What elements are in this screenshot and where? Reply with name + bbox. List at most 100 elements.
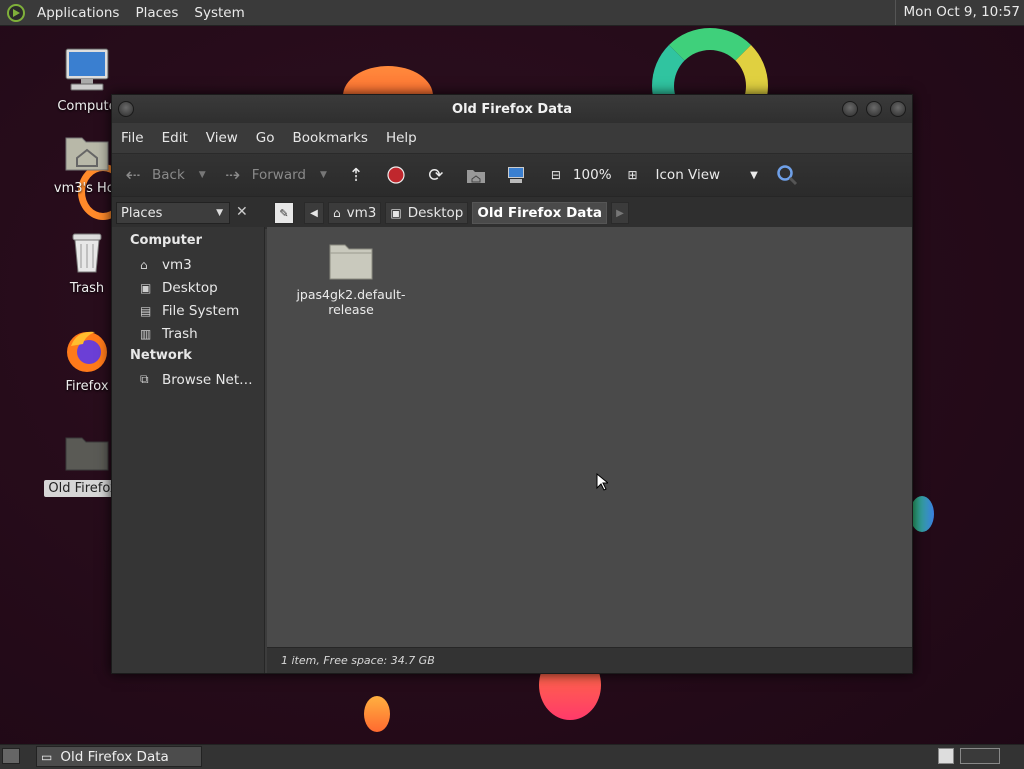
menu-help[interactable]: Help — [377, 130, 426, 146]
forward-history-dropdown-icon[interactable]: ▼ — [320, 170, 327, 180]
network-icon: ⧉ — [140, 372, 149, 386]
workspace-2[interactable] — [960, 748, 1000, 764]
places-selector[interactable]: Places ▼ — [116, 202, 230, 224]
view-mode-label: Icon View — [655, 167, 721, 183]
sidebar-header-computer: Computer — [130, 233, 203, 248]
menu-go[interactable]: Go — [247, 130, 284, 146]
zoom-level: 100% — [572, 167, 612, 183]
minimize-button[interactable] — [842, 101, 858, 117]
sidebar-item-file-system[interactable]: ▤ File System — [112, 296, 264, 319]
folder-icon — [328, 241, 374, 281]
file-view[interactable]: jpas4gk2.default- release — [267, 227, 912, 647]
toolbar: ⇠ Back ▼ ⇢ Forward ▼ ⇡ ⟳ ⊟ 100% ⊞ Icon V… — [112, 153, 912, 196]
sidebar-item-label: vm3 — [162, 256, 192, 273]
close-button[interactable] — [890, 101, 906, 117]
forward-button[interactable]: ⇢ Forward ▼ — [222, 164, 327, 186]
back-history-dropdown-icon[interactable]: ▼ — [199, 170, 206, 180]
stop-button[interactable] — [385, 164, 415, 186]
trash-icon: ▥ — [140, 326, 152, 341]
taskbar-item-old-firefox-data[interactable]: ▭ Old Firefox Data — [36, 746, 202, 767]
up-button[interactable]: ⇡ — [345, 164, 375, 186]
home-icon: ⌂ — [140, 257, 148, 272]
menu-places[interactable]: Places — [127, 5, 186, 21]
file-manager-window: Old Firefox Data File Edit View Go Bookm… — [111, 94, 913, 674]
close-sidebar-icon[interactable]: ✕ — [236, 204, 248, 220]
menu-file[interactable]: File — [112, 130, 153, 146]
computer-icon — [63, 46, 111, 94]
desktop-icon-label: Trash — [69, 281, 105, 296]
sidebar-header-network: Network — [130, 348, 192, 363]
sidebar-item-trash[interactable]: ▥ Trash — [112, 319, 264, 342]
computer-icon — [505, 164, 527, 186]
sidebar-item-desktop[interactable]: ▣ Desktop — [112, 273, 264, 296]
sidebar-item-label: Trash — [162, 325, 198, 342]
mate-logo-icon[interactable] — [7, 3, 25, 22]
status-bar: 1 item, Free space: 34.7 GB — [267, 647, 912, 673]
toggle-location-entry-button[interactable]: ✎ — [274, 202, 294, 224]
view-mode-select[interactable]: Icon View ▼ — [656, 167, 758, 183]
back-button[interactable]: ⇠ Back ▼ — [122, 164, 206, 186]
decor-blob — [910, 496, 934, 532]
sidebar-item-label: Desktop — [162, 279, 218, 296]
home-icon: ⌂ — [333, 206, 341, 220]
bottom-panel: ▭ Old Firefox Data — [0, 744, 1024, 769]
menu-edit[interactable]: Edit — [153, 130, 197, 146]
home-button[interactable] — [465, 164, 495, 186]
breadcrumb: ✎ ◀ ⌂ vm3 ▣ Desktop Old Firefox Data ▶ — [274, 201, 633, 225]
file-item-folder[interactable]: jpas4gk2.default- release — [291, 241, 411, 317]
menu-bookmarks[interactable]: Bookmarks — [284, 130, 377, 146]
top-panel: Applications Places System Mon Oct 9, 10… — [0, 0, 1024, 26]
desktop-icon-label: Firefox — [65, 379, 109, 394]
breadcrumb-label: vm3 — [346, 205, 377, 221]
workspace-1[interactable] — [938, 748, 954, 764]
places-sidebar: Computer ⌂ vm3 ▣ Desktop ▤ File System ▥… — [112, 227, 265, 673]
breadcrumb-desktop[interactable]: ▣ Desktop — [385, 202, 469, 224]
chevron-down-icon: ▼ — [216, 208, 223, 218]
forward-label: Forward — [251, 167, 306, 183]
reload-icon: ⟳ — [428, 164, 444, 186]
home-icon — [465, 164, 487, 186]
zoom-out-button[interactable]: ⊟ 100% — [545, 164, 612, 186]
menu-system[interactable]: System — [186, 5, 252, 21]
sidebar-item-vm3[interactable]: ⌂ vm3 — [112, 250, 264, 273]
sidebar-item-browse-network[interactable]: ⧉ Browse Net… — [112, 365, 264, 388]
chevron-right-icon: ▶ — [616, 207, 624, 219]
desktop-folder-icon: ▣ — [390, 206, 402, 220]
file-name-line1: jpas4gk2.default- — [296, 287, 406, 302]
breadcrumb-vm3[interactable]: ⌂ vm3 — [328, 202, 382, 224]
menu-applications[interactable]: Applications — [29, 5, 127, 21]
location-bar: Places ▼ ✕ ✎ ◀ ⌂ vm3 ▣ Desktop Old Firef… — [112, 196, 912, 229]
firefox-icon — [63, 326, 111, 374]
zoom-out-icon: ⊟ — [550, 168, 561, 182]
zoom-in-icon: ⊞ — [627, 168, 638, 182]
file-name-line2: release — [328, 302, 374, 317]
places-selector-label: Places — [121, 205, 163, 221]
menubar: File Edit View Go Bookmarks Help — [112, 123, 912, 153]
breadcrumb-label: Desktop — [407, 205, 464, 221]
show-desktop-icon[interactable] — [2, 748, 20, 764]
mouse-cursor-icon — [596, 473, 608, 491]
clock[interactable]: Mon Oct 9, 10:57 — [894, 0, 1024, 25]
breadcrumb-old-firefox-data[interactable]: Old Firefox Data — [472, 202, 607, 224]
maximize-button[interactable] — [866, 101, 882, 117]
breadcrumb-scroll-right[interactable]: ▶ — [610, 202, 629, 224]
up-arrow-icon: ⇡ — [348, 164, 364, 186]
computer-button[interactable] — [505, 164, 535, 186]
window-menu-icon[interactable] — [118, 101, 134, 117]
window-title: Old Firefox Data — [452, 101, 572, 117]
back-label: Back — [152, 167, 185, 183]
trash-icon — [63, 228, 111, 276]
menu-view[interactable]: View — [197, 130, 247, 146]
sidebar-item-label: Browse Net… — [162, 371, 253, 388]
home-folder-icon — [63, 128, 111, 176]
search-button[interactable] — [776, 164, 806, 186]
zoom-in-button[interactable]: ⊞ — [622, 164, 656, 186]
desktop-folder-icon: ▣ — [140, 280, 152, 295]
folder-icon — [63, 428, 111, 476]
titlebar[interactable]: Old Firefox Data — [112, 95, 912, 123]
drive-icon: ▤ — [140, 303, 152, 318]
reload-button[interactable]: ⟳ — [425, 164, 455, 186]
breadcrumb-scroll-left[interactable]: ◀ — [304, 202, 324, 224]
taskbar-item-label: Old Firefox Data — [60, 748, 169, 765]
sidebar-item-label: File System — [162, 302, 240, 319]
